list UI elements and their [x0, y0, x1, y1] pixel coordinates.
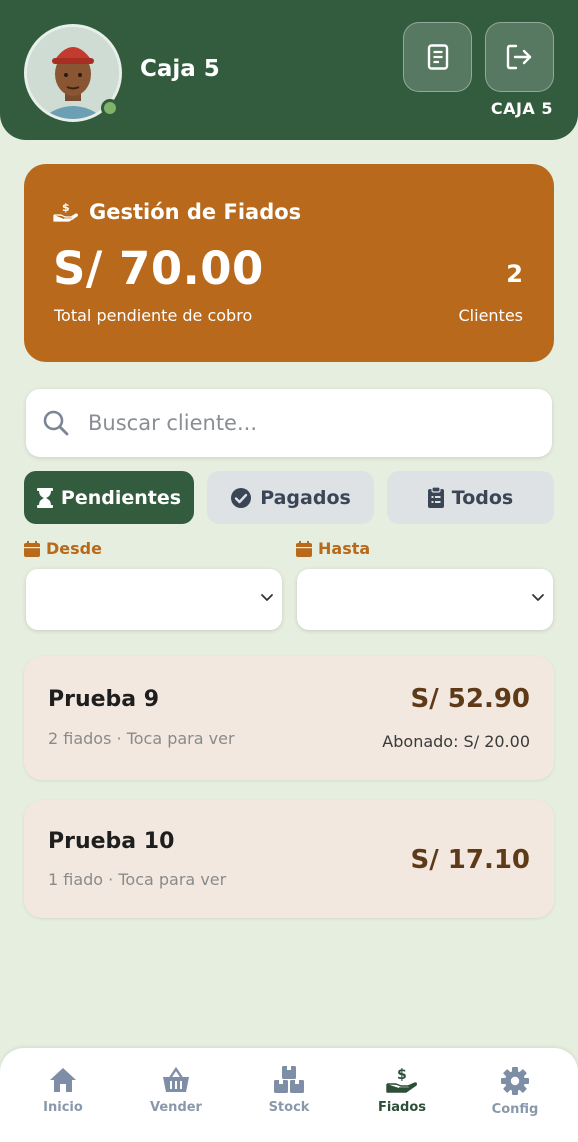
desde-date-select[interactable]	[26, 569, 282, 630]
online-status-dot	[101, 99, 119, 117]
client-subtitle: 1 fiado · Toca para ver	[48, 870, 227, 889]
fiados-summary-card: $ Gestión de Fiados S/ 70.00 Total pendi…	[24, 164, 554, 362]
receipt-icon	[427, 44, 448, 70]
nav-label-config: Config	[491, 1102, 539, 1117]
client-amount: S/ 52.90	[410, 684, 530, 714]
client-subtitle: 2 fiados · Toca para ver	[48, 729, 235, 748]
gear-icon	[501, 1067, 529, 1095]
nav-label-vender: Vender	[150, 1100, 202, 1115]
search-bar	[26, 389, 552, 457]
nav-label-stock: Stock	[268, 1100, 310, 1115]
tab-pagados[interactable]: Pagados	[207, 471, 374, 524]
chevron-down-icon	[261, 594, 273, 601]
logout-icon	[506, 44, 531, 70]
tab-pendientes[interactable]: Pendientes	[24, 471, 194, 524]
bottom-nav: Inicio Vender Stock $ Fiados Config	[0, 1048, 578, 1142]
hasta-label: Hasta	[296, 539, 370, 558]
client-paid: Abonado: S/ 20.00	[382, 732, 530, 751]
client-name: Prueba 10	[48, 829, 175, 854]
clipboard-icon	[427, 487, 444, 508]
search-input[interactable]	[86, 403, 526, 443]
hand-dollar-icon: $	[386, 1067, 418, 1093]
home-icon	[50, 1068, 76, 1092]
nav-item-config[interactable]: Config	[465, 1066, 565, 1117]
header-title: Caja 5	[140, 56, 220, 82]
nav-item-fiados[interactable]: $ Fiados	[352, 1066, 452, 1115]
nav-label-inicio: Inicio	[43, 1100, 83, 1115]
nav-label-fiados: Fiados	[377, 1100, 427, 1115]
calendar-icon	[24, 540, 40, 557]
summary-title-row: $ Gestión de Fiados	[53, 200, 301, 224]
tab-todos[interactable]: Todos	[387, 471, 554, 524]
nav-item-vender[interactable]: Vender	[126, 1066, 226, 1115]
tab-pendientes-label: Pendientes	[60, 486, 182, 509]
desde-label-text: Desde	[46, 539, 102, 558]
client-card[interactable]: Prueba 9 2 fiados · Toca para ver S/ 52.…	[24, 656, 554, 780]
nav-item-inicio[interactable]: Inicio	[13, 1066, 113, 1115]
hand-dollar-icon: $	[53, 201, 78, 222]
tab-todos-label: Todos	[451, 486, 514, 509]
logout-button[interactable]	[485, 22, 554, 92]
total-pending-amount: S/ 70.00	[53, 242, 264, 295]
hasta-date-select[interactable]	[297, 569, 553, 630]
desde-label: Desde	[24, 539, 102, 558]
nav-item-stock[interactable]: Stock	[239, 1066, 339, 1115]
hourglass-icon	[36, 487, 53, 508]
total-pending-caption: Total pendiente de cobro	[54, 306, 253, 325]
client-name: Prueba 9	[48, 687, 160, 712]
hasta-label-text: Hasta	[318, 539, 371, 558]
summary-title: Gestión de Fiados	[89, 200, 302, 224]
check-circle-icon	[231, 487, 252, 508]
basket-icon	[163, 1066, 189, 1092]
tab-pagados-label: Pagados	[260, 486, 351, 509]
search-icon	[43, 410, 69, 436]
svg-text:$: $	[62, 201, 70, 214]
client-card[interactable]: Prueba 10 1 fiado · Toca para ver S/ 17.…	[24, 800, 554, 918]
client-amount: S/ 17.10	[410, 845, 530, 875]
calendar-icon	[296, 540, 312, 557]
clients-count: 2	[506, 260, 523, 288]
clients-caption: Clientes	[458, 306, 524, 325]
chevron-down-icon	[532, 594, 544, 601]
receipt-button[interactable]	[403, 22, 472, 92]
boxes-icon	[274, 1066, 304, 1093]
app-header: Caja 5 CAJA 5	[0, 0, 578, 140]
svg-text:$: $	[397, 1067, 407, 1083]
caja-label: CAJA 5	[490, 99, 553, 118]
